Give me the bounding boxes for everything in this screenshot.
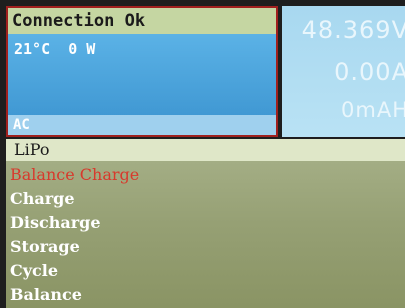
readout-panel: 48.369V 0.00A 0mAH — [282, 6, 405, 137]
menu-item-discharge[interactable]: Discharge — [10, 211, 139, 235]
capacity-readout: 0mAH — [341, 98, 405, 122]
connection-status: Connection Ok — [8, 8, 276, 34]
charger-screen: Connection Ok 21°C 0 W AC 48.369V 0.00A … — [0, 0, 405, 308]
status-panel: Connection Ok 21°C 0 W AC — [6, 6, 278, 137]
current-readout: 0.00A — [334, 58, 405, 86]
temp-power-line: 21°C 0 W — [14, 40, 95, 58]
voltage-readout: 48.369V — [301, 16, 405, 44]
menu-item-charge[interactable]: Charge — [10, 187, 139, 211]
input-mode: AC — [8, 115, 276, 135]
battery-type-header[interactable]: LiPo — [6, 139, 405, 161]
menu-item-storage[interactable]: Storage — [10, 235, 139, 259]
program-menu: LiPo Balance Charge Charge Discharge Sto… — [6, 139, 405, 308]
temperature-value: 21°C — [14, 40, 51, 58]
power-value: 0 W — [68, 40, 96, 58]
menu-list: Balance Charge Charge Discharge Storage … — [10, 163, 139, 307]
readings-area: 21°C 0 W — [8, 34, 276, 120]
menu-item-cycle[interactable]: Cycle — [10, 259, 139, 283]
menu-item-balance-charge[interactable]: Balance Charge — [10, 163, 139, 187]
menu-item-balance[interactable]: Balance — [10, 283, 139, 307]
